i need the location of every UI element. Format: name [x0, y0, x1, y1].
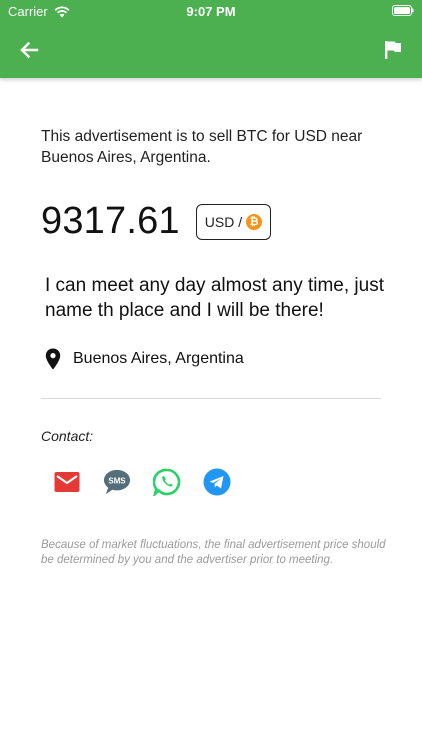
telegram-icon: [203, 468, 231, 496]
ad-message: I can meet any day almost any time, just…: [45, 275, 384, 321]
status-bar: Carrier 9:07 PM: [0, 0, 422, 22]
email-icon: [54, 472, 80, 492]
contact-label: Contact:: [41, 428, 94, 444]
app-header: Carrier 9:07 PM: [0, 0, 422, 78]
whatsapp-contact-button[interactable]: [153, 468, 181, 496]
sms-icon: SMS: [103, 469, 131, 495]
price-value: 9317.61: [41, 200, 180, 242]
ad-intro-text: This advertisement is to sell BTC for US…: [41, 128, 363, 166]
clock: 9:07 PM: [186, 4, 236, 19]
currency-pair-badge: USD / ₿: [195, 203, 272, 240]
location-label: Buenos Aires, Argentina: [73, 350, 244, 367]
sms-icon-text: SMS: [108, 476, 125, 485]
currency-pair-label: USD /: [204, 213, 243, 230]
contact-methods: SMS: [53, 468, 231, 496]
nav-bar: [0, 22, 422, 78]
arrow-left-icon: [20, 41, 39, 59]
battery-icon: [392, 5, 414, 16]
email-contact-button[interactable]: [53, 468, 81, 496]
back-button[interactable]: [14, 35, 44, 65]
report-button[interactable]: [378, 35, 408, 65]
telegram-contact-button[interactable]: [203, 468, 231, 496]
flag-icon: [385, 41, 401, 59]
bitcoin-icon: ₿: [246, 213, 263, 230]
location-pin-icon: [45, 348, 61, 370]
price-disclaimer: Because of market fluctuations, the fina…: [41, 539, 386, 566]
ad-details: This advertisement is to sell BTC for US…: [41, 126, 386, 566]
divider: [41, 398, 381, 399]
sms-contact-button[interactable]: SMS: [103, 468, 131, 496]
location-row: Buenos Aires, Argentina: [45, 348, 244, 370]
whatsapp-icon: [153, 468, 181, 496]
advertisement-screen: Carrier 9:07 PM This advertisement is to…: [0, 0, 422, 750]
price-row: 9317.61 USD / ₿: [41, 200, 272, 243]
